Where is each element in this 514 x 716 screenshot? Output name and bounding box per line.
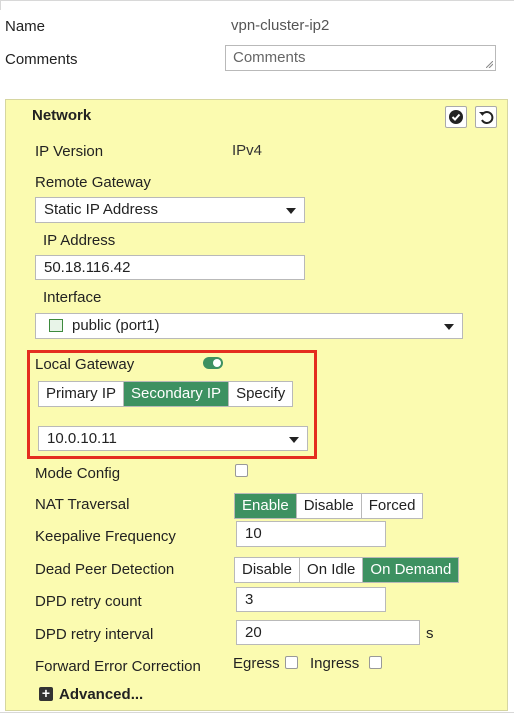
dpd-label: Dead Peer Detection bbox=[35, 561, 175, 578]
nat-disable-option[interactable]: Disable bbox=[297, 494, 362, 518]
dpd-retry-interval-unit: s bbox=[426, 625, 434, 642]
option-secondary-ip[interactable]: Secondary IP bbox=[124, 382, 230, 406]
bottom-divider bbox=[0, 712, 514, 713]
local-gateway-ip-select[interactable]: 10.0.10.11 bbox=[38, 426, 308, 451]
interface-value: public (port1) bbox=[72, 317, 160, 334]
ip-version-value: IPv4 bbox=[232, 142, 263, 159]
dpd-retry-count-input[interactable]: 3 bbox=[236, 587, 386, 612]
dpd-retry-count-label: DPD retry count bbox=[35, 593, 142, 610]
chevron-down-icon bbox=[289, 437, 299, 443]
dpd-disable-option[interactable]: Disable bbox=[235, 558, 301, 582]
mode-config-checkbox[interactable] bbox=[235, 464, 248, 477]
comments-placeholder: Comments bbox=[233, 49, 306, 66]
remote-gateway-value: Static IP Address bbox=[44, 201, 158, 218]
resize-grip-icon[interactable] bbox=[486, 61, 493, 68]
check-circle-icon bbox=[449, 110, 463, 124]
fec-egress-label: Egress bbox=[233, 655, 280, 672]
advanced-toggle[interactable]: Advanced... bbox=[59, 686, 143, 703]
apply-button[interactable] bbox=[445, 106, 467, 128]
remote-gateway-select[interactable]: Static IP Address bbox=[35, 197, 305, 223]
chevron-down-icon bbox=[444, 324, 454, 330]
local-gateway-toggle[interactable] bbox=[203, 357, 223, 369]
dpd-on-demand-option[interactable]: On Demand bbox=[363, 558, 459, 582]
network-title: Network bbox=[32, 107, 92, 124]
fec-egress-checkbox[interactable] bbox=[285, 656, 298, 669]
revert-button[interactable] bbox=[475, 106, 497, 128]
ip-address-label: IP Address bbox=[43, 232, 116, 249]
fec-ingress-checkbox[interactable] bbox=[369, 656, 382, 669]
top-divider bbox=[0, 0, 514, 1]
local-gateway-options: Primary IP Secondary IP Specify bbox=[38, 381, 294, 407]
comments-textarea[interactable]: Comments bbox=[225, 45, 496, 71]
dpd-retry-interval-input[interactable]: 20 bbox=[236, 620, 420, 645]
mode-config-label: Mode Config bbox=[35, 465, 121, 482]
network-port-icon bbox=[49, 319, 63, 332]
local-gateway-label: Local Gateway bbox=[35, 356, 135, 373]
nat-forced-option[interactable]: Forced bbox=[362, 494, 423, 518]
dpd-retry-interval-label: DPD retry interval bbox=[35, 626, 154, 643]
fec-ingress-label: Ingress bbox=[310, 655, 360, 672]
nat-traversal-options: Enable Disable Forced bbox=[234, 493, 424, 519]
option-primary-ip[interactable]: Primary IP bbox=[39, 382, 125, 406]
comments-label: Comments bbox=[5, 51, 78, 68]
top-divider-left bbox=[0, 0, 1, 10]
option-specify[interactable]: Specify bbox=[229, 382, 292, 406]
ip-address-input[interactable]: 50.18.116.42 bbox=[35, 255, 305, 280]
remote-gateway-label: Remote Gateway bbox=[35, 174, 151, 191]
ip-version-label: IP Version bbox=[35, 143, 104, 160]
plus-square-icon[interactable]: + bbox=[39, 686, 53, 701]
fec-label: Forward Error Correction bbox=[35, 658, 201, 675]
dpd-options: Disable On Idle On Demand bbox=[234, 557, 460, 583]
nat-traversal-label: NAT Traversal bbox=[35, 496, 130, 513]
chevron-down-icon bbox=[286, 208, 296, 214]
interface-label: Interface bbox=[43, 289, 102, 306]
keepalive-input[interactable]: 10 bbox=[236, 521, 386, 547]
name-label: Name bbox=[5, 18, 46, 35]
local-gateway-ip-value: 10.0.10.11 bbox=[47, 430, 117, 447]
undo-icon bbox=[479, 111, 494, 124]
nat-enable-option[interactable]: Enable bbox=[235, 494, 297, 518]
interface-select[interactable]: public (port1) bbox=[35, 313, 463, 339]
dpd-on-idle-option[interactable]: On Idle bbox=[300, 558, 364, 582]
keepalive-label: Keepalive Frequency bbox=[35, 528, 176, 545]
name-value: vpn-cluster-ip2 bbox=[231, 17, 330, 34]
